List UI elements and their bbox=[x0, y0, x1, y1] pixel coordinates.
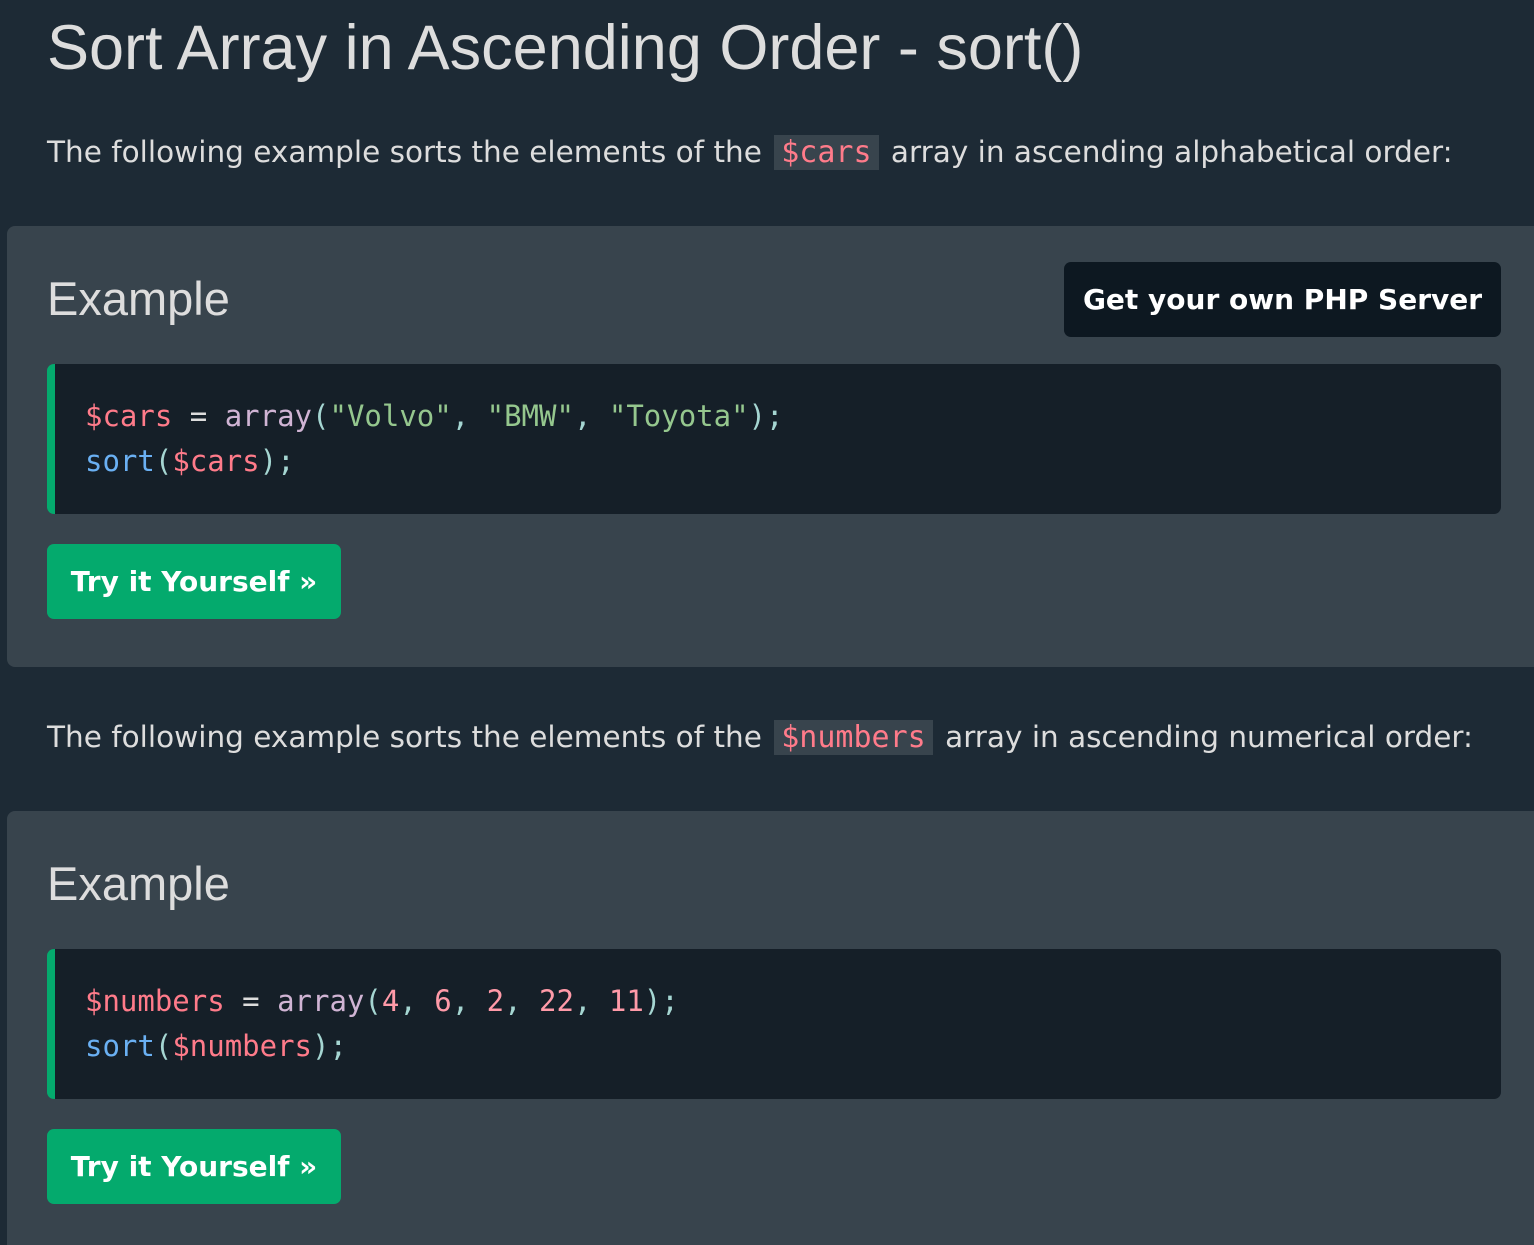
intro-paragraph-numbers: The following example sorts the elements… bbox=[47, 717, 1473, 758]
code-function: sort bbox=[85, 444, 155, 478]
code-function: array bbox=[277, 984, 365, 1018]
code-block-cars: $cars = array("Volvo", "BMW", "Toyota");… bbox=[47, 364, 1501, 514]
code-punctuation: ( bbox=[154, 444, 173, 478]
get-php-server-button[interactable]: Get your own PHP Server bbox=[1064, 262, 1501, 337]
code-number: 11 bbox=[608, 984, 644, 1018]
inline-code-cars: $cars bbox=[774, 135, 879, 170]
code-function: sort bbox=[85, 1029, 155, 1063]
code-punctuation: , bbox=[504, 984, 540, 1018]
code-punctuation: ); bbox=[259, 444, 295, 478]
example-heading: Example bbox=[47, 857, 230, 910]
code-punctuation: ); bbox=[312, 1029, 347, 1063]
code-string: "BMW" bbox=[486, 399, 574, 433]
code-punctuation: ( bbox=[154, 1029, 173, 1063]
code-variable: $numbers bbox=[85, 984, 225, 1018]
code-line-2: sort($cars); bbox=[85, 439, 783, 484]
code-punctuation: , bbox=[573, 399, 609, 433]
code-punctuation: , bbox=[573, 984, 609, 1018]
code-punctuation: ); bbox=[748, 399, 784, 433]
code-function: array bbox=[224, 399, 313, 433]
intro-text-before: The following example sorts the elements… bbox=[47, 720, 772, 754]
code-punctuation: , bbox=[399, 984, 435, 1018]
code-punctuation: ( bbox=[312, 399, 330, 433]
code-punctuation: ); bbox=[643, 984, 679, 1018]
example-box-cars: Example Get your own PHP Server $cars = … bbox=[7, 226, 1534, 667]
example-heading: Example bbox=[47, 272, 230, 325]
code-lines: $cars = array("Volvo", "BMW", "Toyota");… bbox=[85, 394, 783, 484]
code-number: 6 bbox=[434, 984, 452, 1018]
try-it-yourself-button[interactable]: Try it Yourself » bbox=[47, 1129, 341, 1204]
code-number: 2 bbox=[486, 984, 505, 1018]
code-string: "Volvo" bbox=[329, 399, 452, 433]
code-punctuation: , bbox=[451, 399, 487, 433]
intro-paragraph-cars: The following example sorts the elements… bbox=[47, 132, 1453, 173]
code-string: "Toyota" bbox=[608, 399, 749, 433]
example-box-numbers: Example $numbers = array(4, 6, 2, 22, 11… bbox=[7, 811, 1534, 1245]
code-operator: = bbox=[224, 984, 278, 1018]
code-variable: $numbers bbox=[172, 1029, 312, 1063]
page-title: Sort Array in Ascending Order - sort() bbox=[47, 13, 1084, 83]
inline-code-numbers: $numbers bbox=[774, 720, 933, 755]
code-line-1: $numbers = array(4, 6, 2, 22, 11); bbox=[85, 979, 679, 1024]
code-line-2: sort($numbers); bbox=[85, 1024, 679, 1069]
code-block-numbers: $numbers = array(4, 6, 2, 22, 11); sort($… bbox=[47, 949, 1501, 1099]
code-punctuation: ( bbox=[364, 984, 382, 1018]
code-number: 22 bbox=[539, 984, 574, 1018]
page: Sort Array in Ascending Order - sort() T… bbox=[0, 0, 1534, 1245]
code-punctuation: , bbox=[451, 984, 487, 1018]
code-lines: $numbers = array(4, 6, 2, 22, 11); sort($… bbox=[85, 979, 679, 1069]
intro-text-after: array in ascending numerical order: bbox=[935, 720, 1473, 754]
intro-text-before: The following example sorts the elements… bbox=[47, 135, 772, 169]
try-it-yourself-button[interactable]: Try it Yourself » bbox=[47, 544, 341, 619]
code-operator: = bbox=[172, 399, 225, 433]
code-variable: $cars bbox=[172, 444, 260, 478]
intro-text-after: array in ascending alphabetical order: bbox=[881, 135, 1453, 169]
code-number: 4 bbox=[381, 984, 400, 1018]
code-line-1: $cars = array("Volvo", "BMW", "Toyota"); bbox=[85, 394, 783, 439]
code-variable: $cars bbox=[85, 399, 173, 433]
